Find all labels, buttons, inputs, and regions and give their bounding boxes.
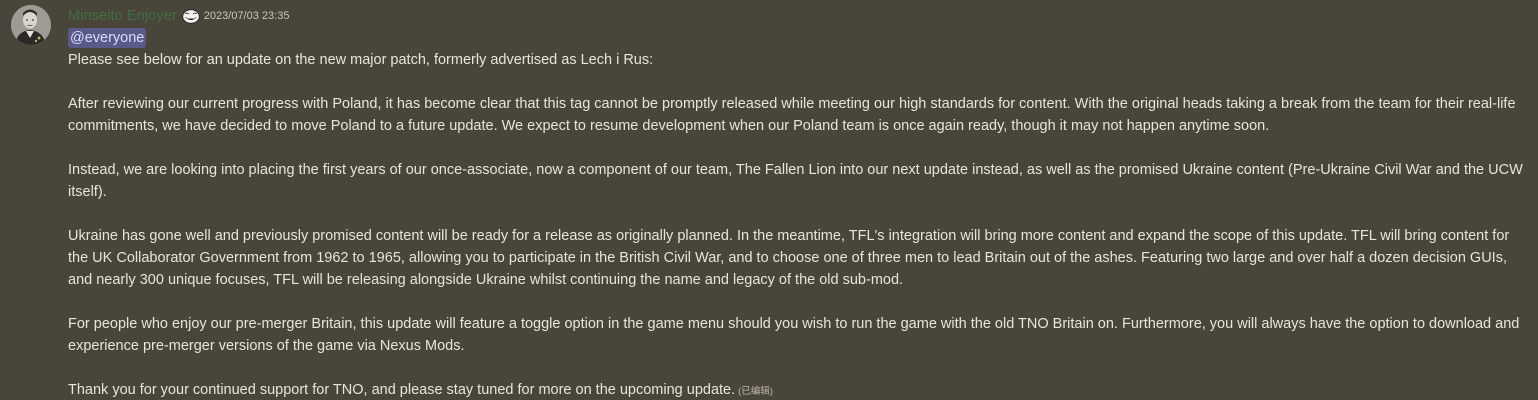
message-timestamp: 2023/07/03 23:35 xyxy=(203,10,290,22)
paragraph-fallen-lion: Instead, we are looking into placing the… xyxy=(68,162,1523,200)
paragraph-intro: Please see below for an update on the ne… xyxy=(68,52,654,68)
trollface-icon xyxy=(182,8,200,24)
author-username[interactable]: Minseito Enjoyer xyxy=(68,8,177,24)
everyone-mention[interactable]: @everyone xyxy=(68,28,147,48)
chat-message: Minseito Enjoyer 2023/07/03 23:35 @every… xyxy=(0,0,1538,400)
thanks-text: Thank you for your continued support for… xyxy=(68,382,736,398)
edited-label: (已编辑) xyxy=(738,386,773,397)
user-avatar[interactable] xyxy=(11,5,51,45)
paragraph-poland: After reviewing our current progress wit… xyxy=(68,96,1516,134)
paragraph-pre-merger: For people who enjoy our pre-merger Brit… xyxy=(68,316,1520,354)
avatar-portrait-icon xyxy=(11,5,51,45)
paragraph-thanks: Thank you for your continued support for… xyxy=(68,379,1530,400)
paragraph-ukraine: Ukraine has gone well and previously pro… xyxy=(68,228,1510,288)
message-header: Minseito Enjoyer 2023/07/03 23:35 xyxy=(68,6,289,26)
message-content: @everyone Please see below for an update… xyxy=(68,27,1530,400)
